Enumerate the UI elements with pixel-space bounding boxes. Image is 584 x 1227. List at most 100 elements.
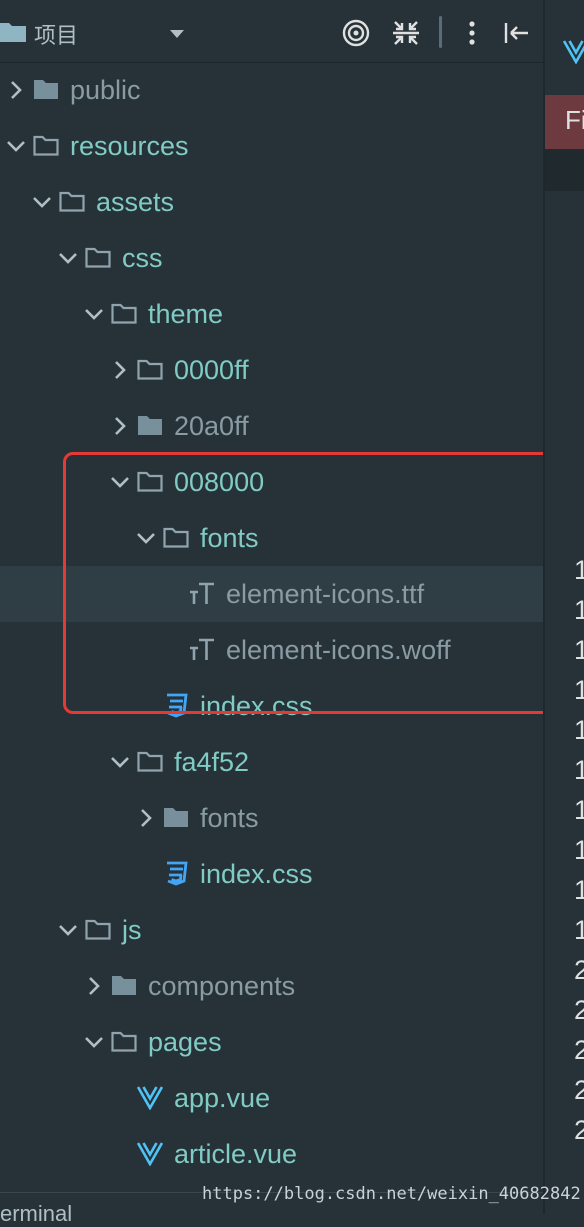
open-folder-icon	[163, 527, 189, 548]
chevron-right-icon[interactable]	[108, 414, 132, 438]
chevron-right-icon[interactable]	[4, 78, 28, 102]
open-folder-icon	[137, 359, 163, 380]
find-bar[interactable]: Fi	[545, 95, 584, 149]
tree-item-label: assets	[96, 187, 175, 217]
chevron-down-icon[interactable]	[56, 246, 80, 270]
gutter-header	[545, 149, 584, 191]
vue-file-icon	[137, 1086, 163, 1110]
chevron-down-icon[interactable]	[82, 302, 106, 326]
tree-item-label: 20a0ff	[174, 411, 249, 441]
more-options-icon[interactable]	[457, 18, 487, 48]
line-number: 1	[574, 635, 584, 665]
tree-item-app-vue[interactable]: app.vue	[0, 1070, 543, 1126]
line-number: 2	[574, 995, 584, 1025]
tree-item-article-vue[interactable]: article.vue	[0, 1126, 543, 1182]
tree-item-label: theme	[148, 299, 224, 329]
project-panel: 项目 public resources assets css theme 000…	[0, 0, 543, 1226]
line-number: 2	[574, 955, 584, 985]
open-folder-icon	[111, 303, 137, 324]
terminal-tab[interactable]: erminal	[0, 1201, 72, 1227]
editor-area: Fi 1 1 1 1 1 1 1 1 1 1 2 2 2 2 2	[543, 0, 584, 1214]
vue-file-icon	[137, 1142, 163, 1166]
tree-item-index-css[interactable]: index.css	[0, 678, 543, 734]
tree-item-css[interactable]: css	[0, 230, 543, 286]
tree-item-index-css-2[interactable]: index.css	[0, 846, 543, 902]
tree-item-label: element-icons.woff	[226, 635, 451, 665]
chevron-right-icon[interactable]	[108, 358, 132, 382]
chevron-right-icon[interactable]	[82, 974, 106, 998]
line-number: 1	[574, 715, 584, 745]
tree-item-label: index.css	[200, 691, 313, 721]
line-number: 1	[574, 875, 584, 905]
css-file-icon	[167, 693, 188, 718]
chevron-down-icon[interactable]	[108, 470, 132, 494]
watermark-text: https://blog.csdn.net/weixin_40682842	[202, 1184, 581, 1204]
tree-item-label: fonts	[200, 803, 259, 833]
tree-item-label: index.css	[200, 859, 313, 889]
tree-item-label: app.vue	[174, 1083, 271, 1113]
project-view-selector[interactable]: 项目	[34, 18, 78, 50]
tree-item-label: element-icons.ttf	[226, 579, 425, 609]
tree-item-resources[interactable]: resources	[0, 118, 543, 174]
chevron-right-icon[interactable]	[134, 806, 158, 830]
tree-item-label: fa4f52	[174, 747, 250, 777]
chevron-down-icon[interactable]	[170, 30, 184, 38]
hide-panel-icon[interactable]	[501, 18, 531, 48]
open-folder-icon	[33, 135, 59, 156]
tree-item-element-icons-woff[interactable]: element-icons.woff	[0, 622, 543, 678]
chevron-down-icon[interactable]	[134, 526, 158, 550]
tree-item-public[interactable]: public	[0, 62, 543, 118]
open-folder-icon	[85, 919, 111, 940]
tree-item-label: pages	[148, 1027, 222, 1057]
font-file-icon	[190, 638, 214, 660]
tree-item-008000[interactable]: 008000	[0, 454, 543, 510]
tree-item-20a0ff[interactable]: 20a0ff	[0, 398, 543, 454]
font-file-icon	[190, 582, 214, 604]
tree-item-label: 0000ff	[174, 355, 249, 385]
open-folder-icon	[85, 247, 111, 268]
chevron-down-icon[interactable]	[82, 1030, 106, 1054]
tree-item-fa4f52[interactable]: fa4f52	[0, 734, 543, 790]
locate-target-icon[interactable]	[341, 18, 371, 48]
tree-item-label: fonts	[200, 523, 259, 553]
chevron-down-icon[interactable]	[4, 134, 28, 158]
tree-item-fonts[interactable]: fonts	[0, 510, 543, 566]
tree-item-components[interactable]: components	[0, 958, 543, 1014]
line-number: 2	[574, 1115, 584, 1145]
tree-item-pages[interactable]: pages	[0, 1014, 543, 1070]
tree-item-assets[interactable]: assets	[0, 174, 543, 230]
tree-item-label: js	[122, 915, 142, 945]
line-number: 2	[574, 1035, 584, 1065]
chevron-down-icon[interactable]	[108, 750, 132, 774]
project-folder-icon	[0, 23, 26, 42]
tree-item-label: resources	[70, 131, 189, 161]
line-number: 1	[574, 835, 584, 865]
tree-item-label: css	[122, 243, 163, 273]
tree-item-js[interactable]: js	[0, 902, 543, 958]
chevron-down-icon[interactable]	[56, 918, 80, 942]
collapse-all-icon[interactable]	[391, 18, 421, 48]
folder-icon	[112, 976, 136, 995]
toolbar-divider	[439, 16, 442, 48]
editor-tab-strip	[545, 0, 584, 95]
find-label: Fi	[565, 105, 584, 135]
tree-item-fonts-2[interactable]: fonts	[0, 790, 543, 846]
open-folder-icon	[59, 191, 85, 212]
line-number: 1	[574, 555, 584, 585]
tree-item-label: article.vue	[174, 1139, 298, 1169]
line-number: 1	[574, 755, 584, 785]
tree-item-theme[interactable]: theme	[0, 286, 543, 342]
line-number: 1	[574, 915, 584, 945]
vue-icon[interactable]	[563, 38, 584, 64]
css-file-icon	[167, 861, 188, 886]
open-folder-icon	[111, 1031, 137, 1052]
line-number: 1	[574, 595, 584, 625]
tree-item-label: components	[148, 971, 296, 1001]
line-number: 1	[574, 675, 584, 705]
tree-item-0000ff[interactable]: 0000ff	[0, 342, 543, 398]
folder-icon	[34, 80, 58, 99]
tree-item-label: 008000	[174, 467, 265, 497]
tree-item-element-icons-ttf[interactable]: element-icons.ttf	[0, 566, 543, 622]
chevron-down-icon[interactable]	[30, 190, 54, 214]
project-panel-header: 项目	[0, 0, 543, 63]
